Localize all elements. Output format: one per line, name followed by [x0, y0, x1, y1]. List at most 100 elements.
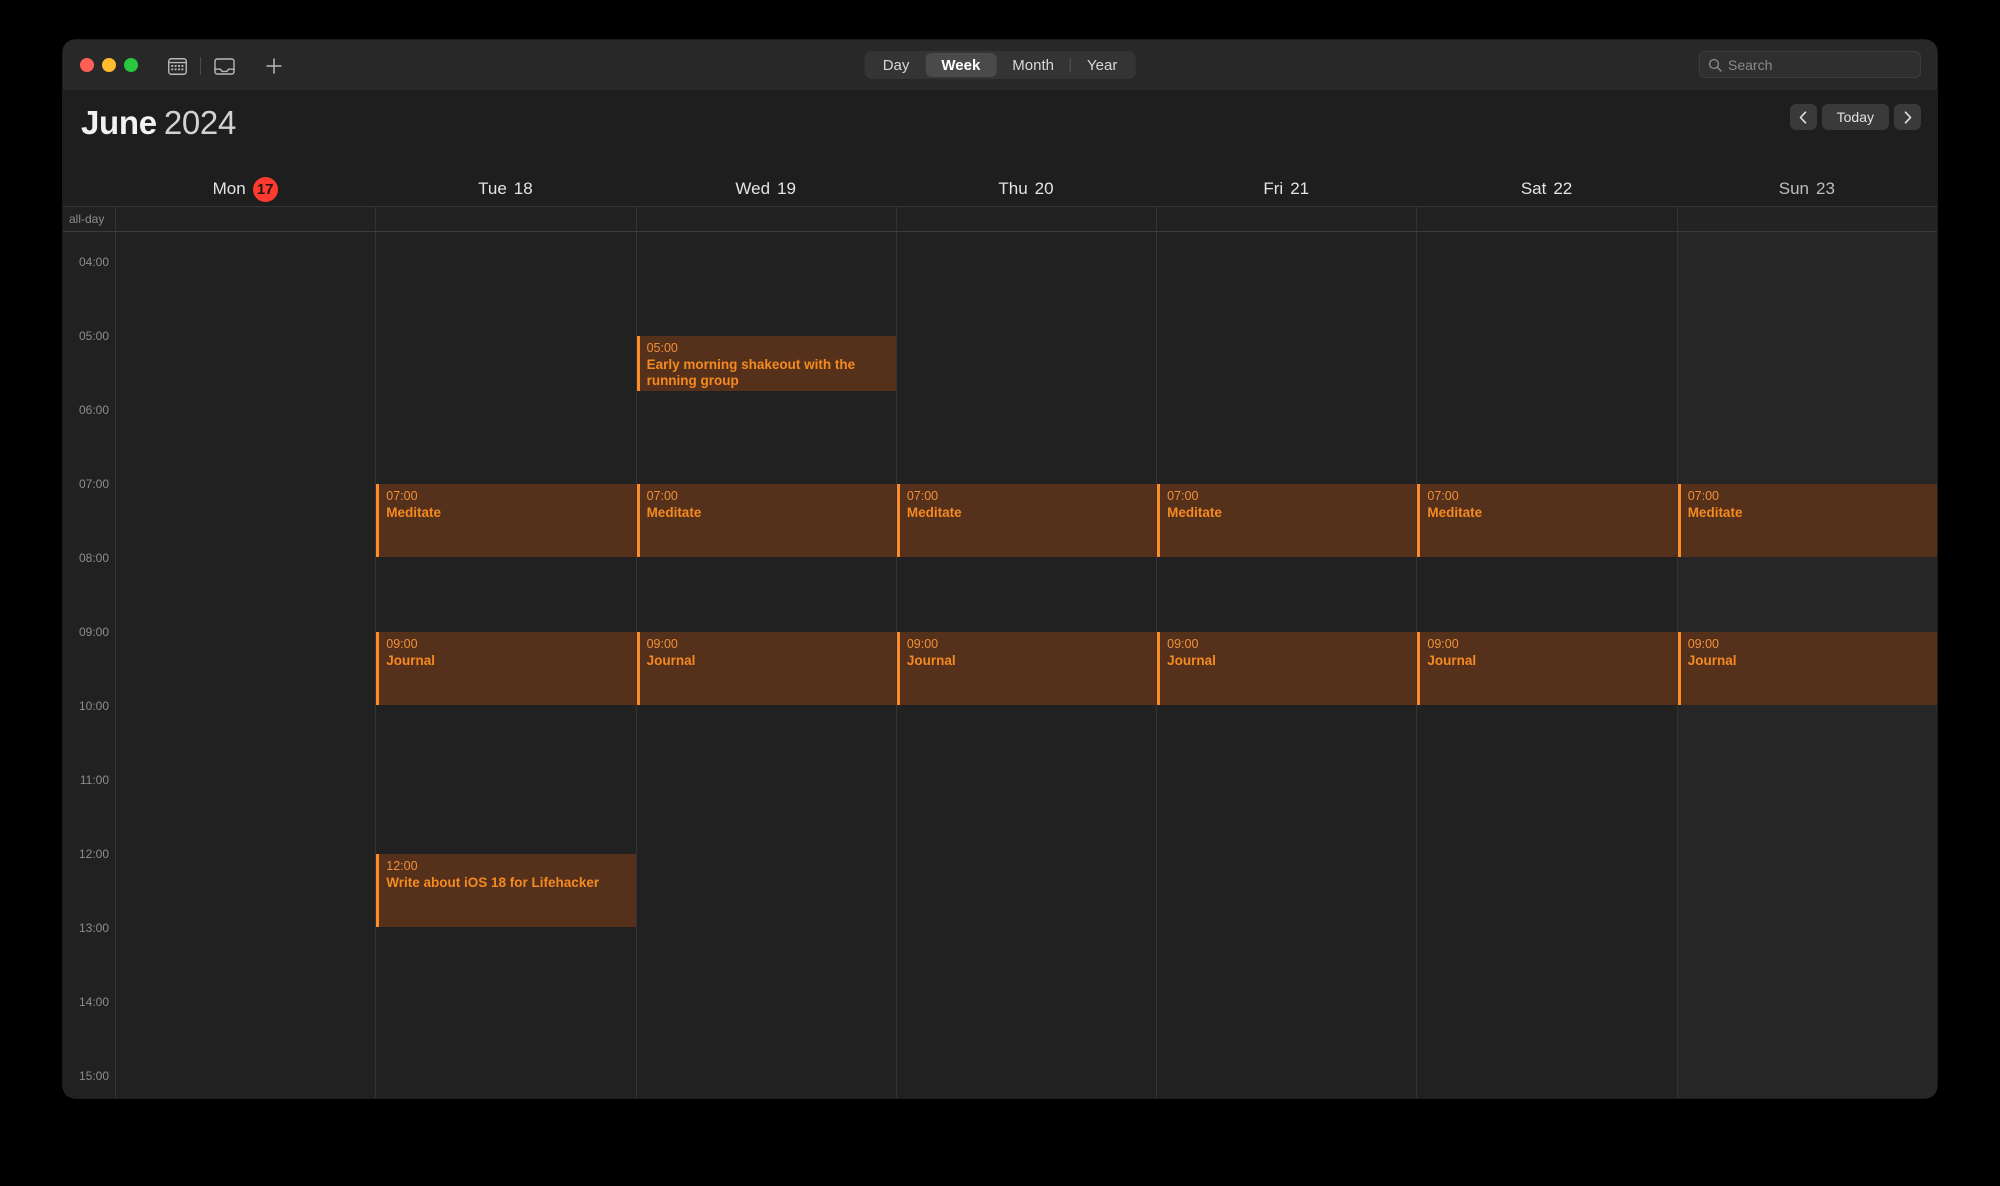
weekday-header-tue[interactable]: Tue 18 — [375, 172, 635, 206]
calendar-event[interactable]: 07:00 Meditate — [1157, 484, 1417, 557]
event-title: Write about iOS 18 for Lifehacker — [386, 875, 600, 890]
hour-label: 14:00 — [78, 995, 109, 1009]
calendar-event[interactable]: 09:00 Journal — [636, 632, 896, 705]
weekday-name: Wed — [735, 179, 771, 198]
hour-label: 10:00 — [78, 699, 109, 713]
calendar-event[interactable]: 05:00 Early morning shakeout with the run… — [636, 336, 896, 391]
event-time: 05:00 — [646, 341, 678, 355]
event-title: Journal — [1167, 653, 1216, 668]
title-year: 2024 — [163, 104, 237, 141]
all-day-cell-wed[interactable] — [635, 207, 896, 231]
calendar-event[interactable]: 07:00 Meditate — [376, 484, 636, 557]
weekday-name: Mon — [212, 179, 246, 198]
inbox-tray-icon[interactable] — [205, 54, 243, 78]
weekday-name: Sat — [1520, 179, 1547, 198]
all-day-cell-fri[interactable] — [1156, 207, 1416, 231]
weekday-header-fri[interactable]: Fri 21 — [1156, 172, 1416, 206]
calendar-event[interactable]: 07:00 Meditate — [636, 484, 896, 557]
event-time: 07:00 — [646, 489, 678, 503]
day-column-wed[interactable]: 05:00 Early morning shakeout with the run… — [635, 232, 896, 1098]
chevron-right-icon[interactable] — [1894, 104, 1921, 130]
day-column-thu[interactable]: 07:00 Meditate 09:00 Journal — [895, 232, 1157, 1098]
weekday-header-sun[interactable]: Sun 23 — [1677, 172, 1937, 206]
calendar-event[interactable]: 07:00 Meditate — [1417, 484, 1677, 557]
event-time: 07:00 — [1167, 489, 1199, 503]
view-mode-month[interactable]: Month — [996, 53, 1070, 77]
all-day-cell-mon[interactable] — [115, 207, 375, 231]
zoom-button[interactable] — [124, 58, 138, 72]
view-mode-year[interactable]: Year — [1071, 53, 1133, 77]
calendar-event[interactable]: 07:00 Meditate — [1677, 484, 1937, 557]
view-mode-segmented-control[interactable]: Day Week Month Year — [864, 51, 1136, 79]
hour-label: 12:00 — [78, 847, 109, 861]
close-button[interactable] — [80, 58, 94, 72]
title-month: June — [81, 104, 157, 141]
calendar-event[interactable]: 09:00 Journal — [1417, 632, 1677, 705]
toolbar-icon-group — [158, 54, 293, 78]
hour-label: 09:00 — [78, 625, 109, 639]
calendar-event[interactable]: 09:00 Journal — [1677, 632, 1937, 705]
all-day-cell-tue[interactable] — [375, 207, 635, 231]
day-column-mon[interactable] — [115, 232, 376, 1098]
calendar-window: Day Week Month Year Search June 2024 Tod… — [63, 40, 1937, 1098]
weekday-name: Sun — [1778, 179, 1809, 198]
event-time: 09:00 — [1167, 637, 1199, 651]
event-time: 09:00 — [386, 637, 418, 651]
event-title: Meditate — [1427, 505, 1483, 520]
calendar-event[interactable]: 09:00 Journal — [1157, 632, 1417, 705]
hour-label: 07:00 — [78, 477, 109, 491]
event-time: 09:00 — [1427, 637, 1459, 651]
weekday-date: 23 — [1815, 179, 1835, 198]
day-column-tue[interactable]: 07:00 Meditate 09:00 Journal 12:00 Write abou… — [375, 232, 636, 1098]
today-button[interactable]: Today — [1821, 104, 1889, 130]
view-mode-day[interactable]: Day — [867, 53, 926, 77]
weekday-date: 20 — [1034, 179, 1054, 198]
event-title: Meditate — [906, 505, 962, 520]
event-time: 12:00 — [386, 859, 418, 873]
event-time: 07:00 — [1687, 489, 1719, 503]
event-title: Journal — [1687, 653, 1737, 668]
event-time: 09:00 — [906, 637, 939, 651]
event-title: Meditate — [1687, 505, 1743, 520]
all-day-cell-sat[interactable] — [1416, 207, 1676, 231]
all-day-cell-thu[interactable] — [895, 207, 1156, 231]
event-title: Meditate — [646, 505, 702, 520]
day-columns: 07:00 Meditate 09:00 Journal 12:00 Write abou… — [115, 232, 1937, 1098]
minimize-button[interactable] — [102, 58, 116, 72]
weekday-date: 21 — [1290, 179, 1310, 198]
event-title: Journal — [386, 653, 436, 668]
event-time: 09:00 — [646, 637, 678, 651]
day-column-sun[interactable]: 07:00 Meditate 09:00 Journal — [1676, 232, 1937, 1098]
event-title: Early morning shakeout with the running … — [646, 357, 856, 388]
weekday-header-thu[interactable]: Thu 20 — [896, 172, 1156, 206]
today-date-badge: 17 — [252, 176, 278, 202]
calendar-event[interactable]: 12:00 Write about iOS 18 for Lifehacker — [376, 854, 636, 927]
event-title: Journal — [906, 653, 956, 668]
plus-icon[interactable] — [255, 54, 293, 78]
hour-label: 05:00 — [78, 329, 109, 343]
hour-label: 08:00 — [78, 551, 109, 565]
day-column-sat[interactable]: 07:00 Meditate 09:00 Journal — [1416, 232, 1677, 1098]
event-time: 07:00 — [906, 489, 939, 503]
weekday-date: 18 — [513, 179, 533, 198]
weekday-date: 19 — [777, 179, 796, 198]
weekday-header-mon[interactable]: Mon 17 — [115, 172, 375, 206]
event-time: 07:00 — [1427, 489, 1459, 503]
chevron-left-icon[interactable] — [1789, 104, 1817, 130]
weekday-header-sat[interactable]: Sat 22 — [1416, 172, 1676, 206]
event-title: Journal — [1427, 653, 1477, 668]
view-mode-week[interactable]: Week — [925, 53, 997, 77]
all-day-cell-sun[interactable] — [1676, 207, 1937, 231]
day-column-fri[interactable]: 07:00 Meditate 09:00 Journal — [1156, 232, 1417, 1098]
weekday-header-wed[interactable]: Wed 19 — [636, 172, 896, 206]
calendar-grid-icon[interactable] — [158, 54, 196, 78]
weekday-header-gutter — [63, 172, 115, 206]
search-icon — [1708, 58, 1722, 72]
calendar-event[interactable]: 09:00 Journal — [896, 632, 1157, 705]
calendar-header: June 2024 Today — [63, 90, 1937, 172]
calendar-event[interactable]: 09:00 Journal — [376, 632, 636, 705]
search-field[interactable]: Search — [1699, 51, 1921, 78]
hour-label: 13:00 — [78, 921, 109, 935]
calendar-event[interactable]: 07:00 Meditate — [896, 484, 1157, 557]
weekday-name: Fri — [1263, 179, 1284, 198]
